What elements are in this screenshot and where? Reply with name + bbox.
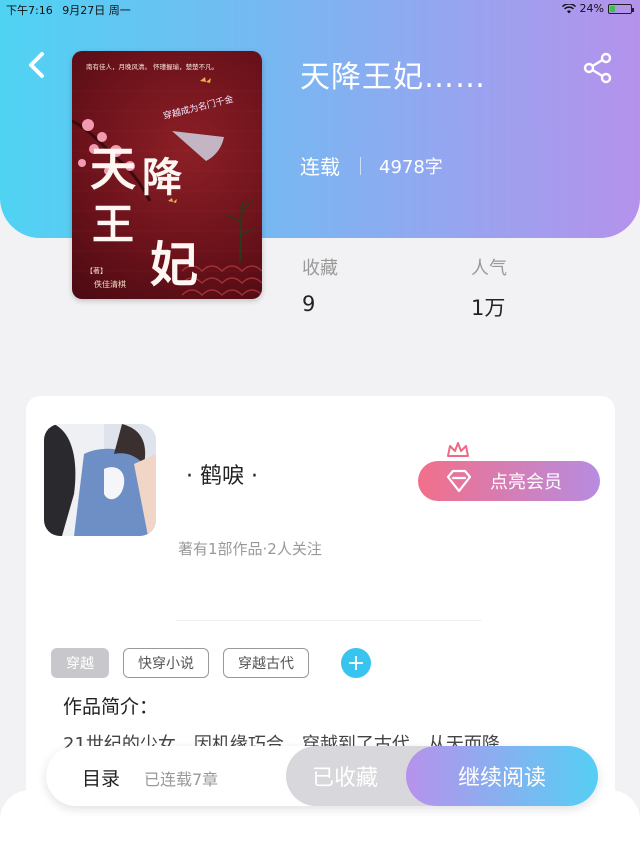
intro-title: 作品简介：	[63, 696, 159, 718]
status-bar: 下午7:16 9月27日 周一 24%	[0, 0, 640, 18]
section-divider	[176, 620, 482, 621]
tag-chip[interactable]: 穿越古代	[223, 648, 309, 678]
wifi-icon	[561, 3, 576, 13]
serial-status: 连载	[300, 155, 340, 179]
add-tag-button[interactable]: +	[341, 648, 371, 678]
stat-label: 收藏	[302, 258, 338, 279]
tag-chip[interactable]: 快穿小说	[123, 648, 209, 678]
cover-title-char: 降	[142, 154, 182, 201]
stat-favorites: 收藏 9	[302, 254, 338, 316]
battery-level	[610, 5, 615, 12]
cover-top-text: 南有佳人，月晚风清。 怀瑾握瑜，楚楚不凡。	[86, 62, 218, 71]
cover-title-char: 天	[90, 142, 136, 196]
vip-button[interactable]: 点亮会员	[418, 461, 600, 501]
author-meta: 著有1部作品·2人关注	[178, 540, 322, 558]
chapter-count: 已连载7章	[144, 770, 219, 789]
cover-title-char: 妃	[150, 237, 198, 293]
book-cover[interactable]: 南有佳人，月晚风清。 怀瑾握瑜，楚楚不凡。 穿越成为名门千金 天 降 王 妃 【…	[72, 51, 262, 299]
tag-list: 穿越 快穿小说 穿越古代 +	[51, 648, 371, 678]
stat-value: 1万	[471, 296, 506, 320]
tag-chip[interactable]: 穿越	[51, 648, 109, 678]
status-time: 下午7:16	[6, 4, 53, 17]
book-title: 天降王妃……	[300, 60, 486, 95]
vip-label: 点亮会员	[490, 472, 562, 493]
back-arrow-icon[interactable]	[24, 50, 50, 80]
status-date: 9月27日 周一	[62, 4, 131, 17]
author-avatar[interactable]	[44, 424, 156, 536]
avatar-image	[44, 424, 156, 536]
book-meta-row: 连载 4978字	[300, 151, 443, 180]
stat-value: 9	[302, 292, 316, 316]
stat-popularity: 人气 1万	[471, 254, 507, 322]
meta-divider	[360, 156, 361, 175]
share-icon[interactable]	[582, 52, 614, 84]
author-name[interactable]: · 鹤唳 ·	[186, 458, 258, 490]
crown-icon	[447, 442, 469, 457]
cover-author-name: 佚佳清棋	[94, 279, 126, 289]
book-cover-art: 南有佳人，月晚风清。 怀瑾握瑜，楚楚不凡。 穿越成为名门千金 天 降 王 妃 【…	[72, 62, 262, 296]
diamond-icon	[446, 469, 472, 493]
cover-author-tag: 【著】	[86, 266, 107, 275]
battery-percent: 24%	[579, 2, 604, 15]
catalog-button[interactable]: 目录	[82, 764, 120, 791]
cover-script-text: 穿越成为名门千金	[162, 93, 235, 122]
word-count: 4978字	[379, 156, 443, 178]
stat-label: 人气	[471, 258, 507, 279]
continue-reading-button[interactable]: 继续阅读	[406, 746, 598, 806]
cover-title-char: 王	[92, 200, 134, 249]
battery-icon	[608, 3, 634, 14]
